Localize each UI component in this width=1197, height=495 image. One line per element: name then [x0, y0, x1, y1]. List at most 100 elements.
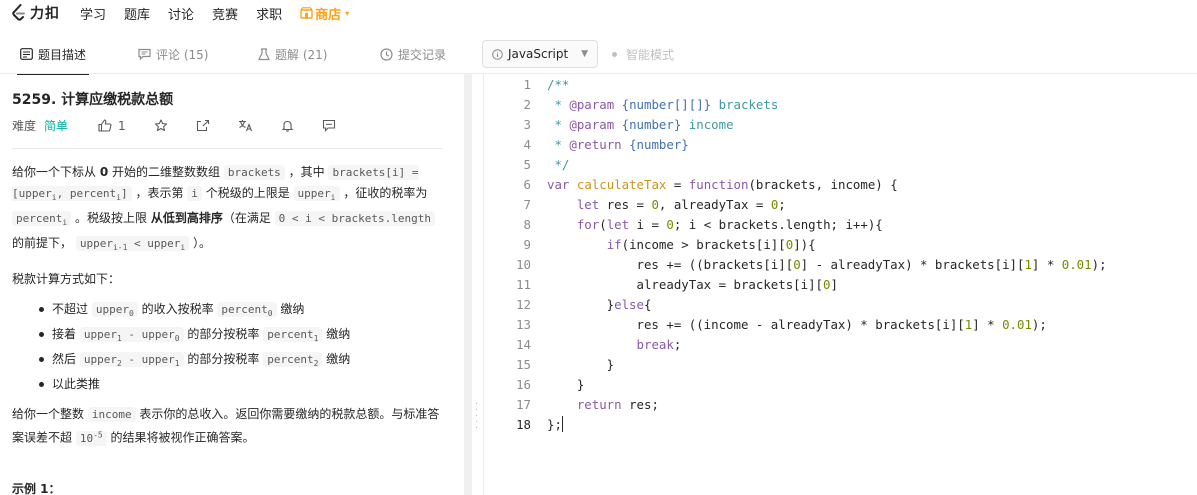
- tab-submissions[interactable]: 提交记录: [380, 39, 446, 69]
- code-text: let res = 0, alreadyTax = 0;: [576, 196, 786, 212]
- code-text: }: [547, 356, 615, 372]
- code-text: */: [547, 156, 570, 172]
- nav-item-problems[interactable]: 题库: [124, 4, 150, 23]
- code-line-10: 10 res += ((brackets[i][0] - alreadyTax)…: [484, 254, 1197, 274]
- code-line-4: 4 * @return {number}: [484, 134, 1197, 154]
- list-item: 接着 upper1 - upper0 的部分按税率 percent1 缴纳: [12, 324, 444, 349]
- line-number: 13: [516, 316, 531, 332]
- code-editor[interactable]: 1 /** 2 * @param {number[][]} brackets 3 …: [484, 74, 1197, 495]
- code-text: * @param {number} income: [547, 116, 734, 132]
- code-line-6: 6 var calculateTax = function(brackets, i…: [484, 174, 1197, 194]
- line-number: 3: [523, 116, 531, 132]
- status-dot-icon: [612, 52, 617, 57]
- tab-solutions[interactable]: 题解 (21): [258, 39, 327, 69]
- chevron-down-icon: ▾: [345, 8, 350, 18]
- line-number: 5: [523, 156, 531, 172]
- code-text: }: [547, 376, 585, 392]
- tab-description-label: 题目描述: [38, 47, 87, 62]
- example-heading: 示例 1：: [12, 482, 61, 495]
- code-text: return res;: [576, 396, 659, 412]
- smart-mode-label: 智能模式: [626, 48, 675, 62]
- logo-text: 力扣: [30, 6, 60, 22]
- line-number: 12: [516, 296, 531, 312]
- code-text: if(income > brackets[i][0]){: [606, 236, 816, 252]
- info-icon: [492, 48, 503, 60]
- line-number: 18: [516, 416, 531, 432]
- code-line-7: 7 let res = 0, alreadyTax = 0;: [484, 194, 1197, 214]
- code-line-5: 5 */: [484, 154, 1197, 174]
- code-text: }else{: [547, 296, 652, 312]
- difficulty-label: 难度: [12, 119, 37, 133]
- star-icon: [154, 119, 167, 132]
- code-line-11: 11 alreadyTax = brackets[i][0]: [484, 274, 1197, 294]
- comment-icon: [138, 48, 151, 60]
- code-line-12: 12 }else{: [484, 294, 1197, 314]
- store-icon: [300, 7, 313, 19]
- translate-button[interactable]: [238, 119, 253, 132]
- statement-paragraph-2: 税款计算方式如下：: [12, 271, 121, 286]
- tab-comments-label: 评论 (15): [156, 47, 209, 62]
- tab-bar: 题目描述 评论 (15) 题解 (21) 提交记录 JavaScript ▼ 智…: [0, 39, 1197, 75]
- tab-comments[interactable]: 评论 (15): [138, 39, 208, 69]
- clock-icon: [380, 47, 393, 61]
- nav-item-learn[interactable]: 学习: [80, 4, 106, 23]
- drag-handle-icon[interactable]: · · · · ·: [475, 400, 479, 434]
- code-text: for(let i = 0; i < brackets.length; i++)…: [576, 216, 883, 232]
- line-number: 10: [516, 256, 531, 272]
- tax-rules-list: 不超过 upper0 的收入按税率 percent0 缴纳 接着 upper1 …: [12, 299, 444, 395]
- favorite-button[interactable]: [154, 119, 168, 132]
- like-count: 1: [118, 118, 126, 133]
- thumbs-up-icon: [98, 119, 112, 132]
- feedback-button[interactable]: [322, 119, 336, 132]
- smart-mode-toggle[interactable]: 智能模式: [612, 46, 674, 63]
- document-icon: [20, 48, 33, 60]
- leetcode-logo-icon: [12, 4, 25, 21]
- nav-item-store[interactable]: 商店 ▾: [300, 4, 349, 23]
- code-text: res += ((income - alreadyTax) * brackets…: [547, 316, 1047, 332]
- code-line-8: 8 for(let i = 0; i < brackets.length; i+…: [484, 214, 1197, 234]
- nav-item-jobs[interactable]: 求职: [256, 4, 282, 23]
- line-number: 15: [516, 356, 531, 372]
- translate-icon: [238, 120, 252, 132]
- statement-paragraph-1: 给你一个下标从 0 开始的二维整数数组 brackets ，其中 bracket…: [12, 162, 444, 259]
- share-icon: [196, 119, 209, 132]
- leetcode-logo[interactable]: 力扣: [11, 3, 60, 23]
- top-nav: 力扣 学习 题库 讨论 竞赛 求职 商店 ▾: [0, 0, 1197, 26]
- line-number: 14: [516, 336, 531, 352]
- statement-paragraph-3: 给你一个整数 income 表示你的总收入。返回你需要缴纳的税款总额。与标准答案…: [12, 407, 440, 446]
- flask-icon: [258, 47, 270, 60]
- chevron-down-icon: ▼: [581, 49, 588, 59]
- nav-item-contest[interactable]: 竞赛: [212, 4, 238, 23]
- line-number: 6: [523, 176, 531, 192]
- bell-icon: [281, 120, 293, 132]
- problem-title: 5259. 计算应缴税款总额: [12, 92, 174, 108]
- line-number: 9: [523, 236, 531, 252]
- code-line-3: 3 * @param {number} income: [484, 114, 1197, 134]
- code-text: res += ((brackets[i][0] - alreadyTax) * …: [547, 256, 1107, 272]
- code-text: };: [547, 416, 562, 432]
- line-number: 4: [523, 136, 531, 152]
- language-select-value: JavaScript: [508, 47, 569, 61]
- line-number: 16: [516, 376, 531, 392]
- code-line-15: 15 }: [484, 354, 1197, 374]
- line-number: 8: [523, 216, 531, 232]
- line-number: 17: [516, 396, 531, 412]
- code-line-16: 16 }: [484, 374, 1197, 394]
- notification-button[interactable]: [281, 119, 294, 132]
- language-select[interactable]: JavaScript ▼: [482, 40, 598, 68]
- share-button[interactable]: [196, 119, 210, 132]
- like-button[interactable]: 1: [98, 119, 126, 133]
- code-line-18: 18};: [484, 414, 1197, 434]
- code-line-2: 2 * @param {number[][]} brackets: [484, 94, 1197, 114]
- code-text: * @return {number}: [547, 136, 689, 152]
- pane-splitter[interactable]: [464, 74, 472, 495]
- list-item: 然后 upper2 - upper1 的部分按税率 percent2 缴纳: [12, 349, 444, 374]
- difficulty-badge: 简单: [44, 119, 69, 133]
- store-label: 商店: [315, 7, 342, 23]
- meta-divider: [12, 148, 442, 149]
- tab-description[interactable]: 题目描述: [16, 39, 90, 75]
- line-number: 7: [523, 196, 531, 212]
- tab-submissions-label: 提交记录: [398, 47, 447, 62]
- list-item: 不超过 upper0 的收入按税率 percent0 缴纳: [12, 299, 444, 324]
- nav-item-discuss[interactable]: 讨论: [168, 4, 194, 23]
